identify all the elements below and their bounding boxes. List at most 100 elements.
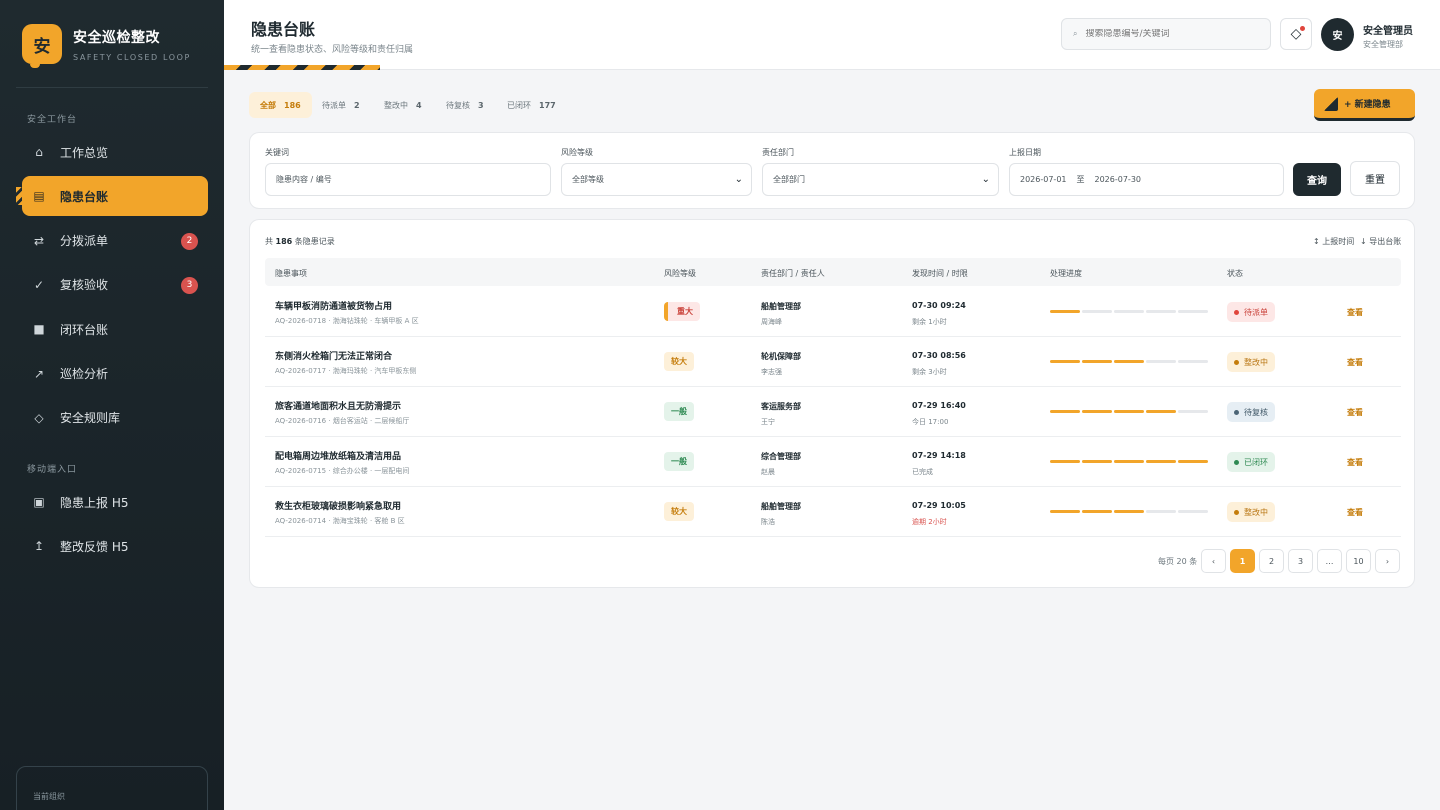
page-button[interactable]: … (1317, 549, 1342, 573)
dept-select[interactable]: 全部部门 ⌄ (762, 163, 999, 196)
found-time: 07-30 08:56 (912, 351, 966, 360)
sidebar-item-label: 整改反馈 H5 (60, 539, 129, 554)
table-row: 配电箱周边堆放纸箱及清洁用品 AQ-2026-0715 · 综合办公楼 · 一层配… (265, 437, 1401, 487)
report-icon: ▣ (33, 495, 45, 509)
responsible-dept: 船舶管理部 (761, 502, 801, 511)
sidebar: 安 安全巡检整改 SAFETY CLOSED LOOP 安全工作台 ⌂ 工作总览 ▤… (0, 0, 224, 810)
responsible-person: 李志强 (761, 368, 782, 376)
page-button[interactable]: 2 (1259, 549, 1284, 573)
page-button[interactable]: 10 (1346, 549, 1371, 573)
risk-select-value: 全部等级 (572, 175, 604, 184)
brand-logo: 安 (22, 24, 62, 68)
status-dot (1234, 459, 1239, 465)
status-label: 已闭环 (1244, 457, 1268, 467)
status-label: 整改中 (1244, 357, 1268, 367)
view-link[interactable]: 查看 (1347, 407, 1363, 418)
risk-badge: 较大 (664, 352, 694, 371)
progress-segment (1114, 410, 1144, 413)
keyword-input[interactable]: 隐患内容 / 编号 (265, 163, 551, 196)
tab-count: 2 (354, 100, 360, 110)
found-time: 07-29 14:18 (912, 451, 966, 460)
deadline: 剩余 1小时 (912, 318, 947, 326)
progress-segment (1114, 310, 1144, 313)
brand-title: 安全巡检整改 (73, 29, 160, 46)
column-header: 隐患事项 (275, 269, 307, 278)
sidebar-section-workbench: 安全工作台 (27, 115, 78, 125)
chevron-down-icon: ⌄ (734, 174, 743, 185)
total-prefix: 共 (265, 237, 273, 246)
progress-bar (1050, 460, 1208, 463)
progress-bar (1050, 410, 1208, 413)
new-hazard-button[interactable]: + 新建隐患 (1314, 89, 1415, 121)
progress-segment (1082, 360, 1112, 363)
sort-by-time-button[interactable]: ↕ 上报时间 (1313, 236, 1354, 247)
date-range-input[interactable]: 2026-07-01 至 2026-07-30 (1009, 163, 1284, 196)
progress-segment (1050, 460, 1080, 463)
date-separator: 至 (1076, 175, 1085, 184)
keyword-label: 关键词 (265, 148, 289, 157)
page-button[interactable]: 1 (1230, 549, 1255, 573)
responsible-dept: 轮机保障部 (761, 352, 801, 361)
date-label: 上报日期 (1009, 148, 1041, 157)
found-time: 07-29 16:40 (912, 401, 966, 410)
sidebar-item[interactable]: ▤ 隐患台账 (16, 176, 208, 217)
brand[interactable]: 安 安全巡检整改 SAFETY CLOSED LOOP (22, 22, 191, 68)
sidebar-item-label: 工作总览 (60, 145, 109, 160)
found-time: 07-30 09:24 (912, 301, 966, 310)
query-button[interactable]: 查询 (1293, 163, 1341, 196)
progress-segment (1114, 460, 1144, 463)
search-input[interactable] (1085, 29, 1256, 39)
hazard-meta: AQ-2026-0717 · 渤海玛珠轮 · 汽车甲板东侧 (275, 367, 417, 375)
table-row: 旅客通道地面积水且无防滑提示 AQ-2026-0716 · 烟台客运站 · 二层候… (265, 387, 1401, 437)
sidebar-item[interactable]: ↗ 巡检分析 (22, 354, 208, 394)
hazard-icon (1324, 96, 1338, 111)
avatar[interactable]: 安 (1321, 18, 1354, 51)
hazard-stripe (224, 65, 380, 70)
hazard-meta: AQ-2026-0718 · 渤海钻珠轮 · 车辆甲板 A 区 (275, 317, 419, 325)
status-tab[interactable]: 已闭环 177 (496, 92, 567, 118)
status-dot (1234, 309, 1239, 315)
risk-badge: 一般 (664, 452, 694, 471)
tab-count: 177 (539, 100, 556, 110)
sidebar-mobile-item[interactable]: ▣ 隐患上报 H5 (22, 482, 208, 522)
hazard-title: 救生衣柜玻璃破损影响紧急取用 (275, 502, 402, 512)
status-tab[interactable]: 整改中 4 (373, 92, 433, 118)
sidebar-item-label: 安全规则库 (60, 411, 121, 426)
progress-segment (1146, 410, 1176, 413)
org-switcher[interactable]: 当前组织 (16, 766, 208, 810)
hazard-meta: AQ-2026-0714 · 渤海宝珠轮 · 客舱 B 区 (275, 517, 405, 525)
sidebar-item[interactable]: ◇ 安全规则库 (22, 398, 208, 438)
total-suffix: 条隐患记录 (294, 237, 335, 246)
progress-segment (1146, 510, 1176, 513)
status-tab[interactable]: 全部 186 (249, 92, 312, 118)
notification-button[interactable]: ◇ (1280, 18, 1312, 50)
view-link[interactable]: 查看 (1347, 357, 1363, 368)
page-button[interactable]: 3 (1288, 549, 1313, 573)
per-page-label: 每页 20 条 (1158, 557, 1198, 566)
export-ledger-button[interactable]: ↓ 导出台账 (1360, 236, 1401, 247)
progress-bar (1050, 510, 1208, 513)
reset-button[interactable]: 重置 (1350, 161, 1400, 196)
tab-count: 3 (478, 100, 484, 110)
risk-select[interactable]: 全部等级 ⌄ (561, 163, 752, 196)
view-link[interactable]: 查看 (1347, 457, 1363, 468)
sidebar-item[interactable]: ■ 闭环台账 (22, 309, 208, 349)
next-page-button[interactable]: › (1375, 549, 1400, 573)
status-tab[interactable]: 待复核 3 (435, 92, 495, 118)
progress-segment (1146, 360, 1176, 363)
sidebar-mobile-item[interactable]: ↥ 整改反馈 H5 (22, 526, 208, 566)
responsible-person: 王宁 (761, 418, 775, 426)
status-tab[interactable]: 待派单 2 (311, 92, 371, 118)
ledger-icon: ■ (33, 322, 45, 337)
sidebar-item-label: 隐患台账 (60, 189, 109, 204)
status-badge: 已闭环 (1227, 452, 1275, 472)
view-link[interactable]: 查看 (1347, 307, 1363, 318)
responsible-dept: 综合管理部 (761, 452, 801, 461)
sidebar-item[interactable]: ✓ 复核验收 3 (22, 265, 208, 305)
search-box[interactable]: ⌕ (1061, 18, 1271, 50)
prev-page-button[interactable]: ‹ (1201, 549, 1226, 573)
sidebar-item[interactable]: ⌂ 工作总览 (22, 132, 208, 172)
sidebar-item[interactable]: ⇄ 分拨派单 2 (22, 221, 208, 261)
progress-segment (1082, 410, 1112, 413)
view-link[interactable]: 查看 (1347, 507, 1363, 518)
